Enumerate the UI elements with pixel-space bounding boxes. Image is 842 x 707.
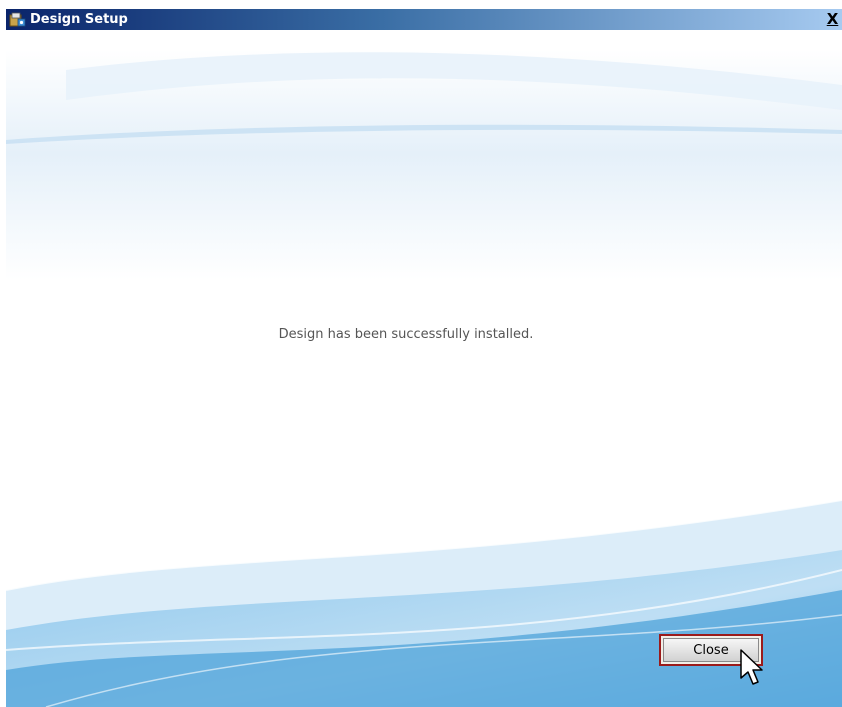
success-message: Design has been successfully installed. (278, 327, 534, 342)
setup-icon (9, 12, 26, 27)
background-waves (6, 50, 842, 707)
arrow-cursor-icon (740, 649, 763, 685)
content-area: Design has been successfully installed. … (6, 30, 842, 707)
window-close-button[interactable]: X (825, 12, 840, 27)
setup-window: Design Setup X Design has been successfu… (6, 9, 842, 707)
title-bar[interactable]: Design Setup X (6, 9, 842, 30)
window-title: Design Setup (30, 12, 128, 27)
